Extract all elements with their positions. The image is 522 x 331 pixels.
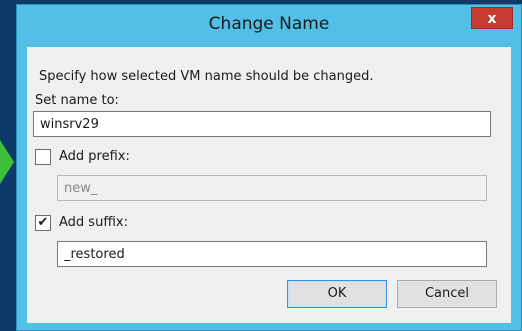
ok-button[interactable]: OK: [287, 280, 387, 308]
checkmark-icon: ✔: [37, 215, 49, 230]
add-suffix-checkbox[interactable]: ✔: [35, 215, 51, 231]
dialog-title: Change Name: [208, 14, 330, 34]
background-arrow-graphic: [0, 140, 14, 184]
add-prefix-label[interactable]: Add prefix:: [59, 149, 130, 164]
close-icon: x: [487, 11, 497, 27]
instruction-text: Specify how selected VM name should be c…: [39, 69, 374, 84]
prefix-input[interactable]: [57, 175, 487, 201]
add-prefix-checkbox[interactable]: [35, 149, 51, 165]
cancel-button[interactable]: Cancel: [397, 280, 497, 308]
close-button[interactable]: x: [471, 7, 513, 29]
change-name-dialog: Change Name x Specify how selected VM na…: [16, 4, 522, 331]
set-name-label: Set name to:: [35, 93, 119, 108]
set-name-input[interactable]: [33, 111, 491, 137]
dialog-body: Specify how selected VM name should be c…: [27, 47, 511, 323]
title-bar[interactable]: Change Name x: [17, 5, 521, 43]
add-suffix-label[interactable]: Add suffix:: [59, 215, 128, 230]
suffix-input[interactable]: [57, 241, 487, 267]
